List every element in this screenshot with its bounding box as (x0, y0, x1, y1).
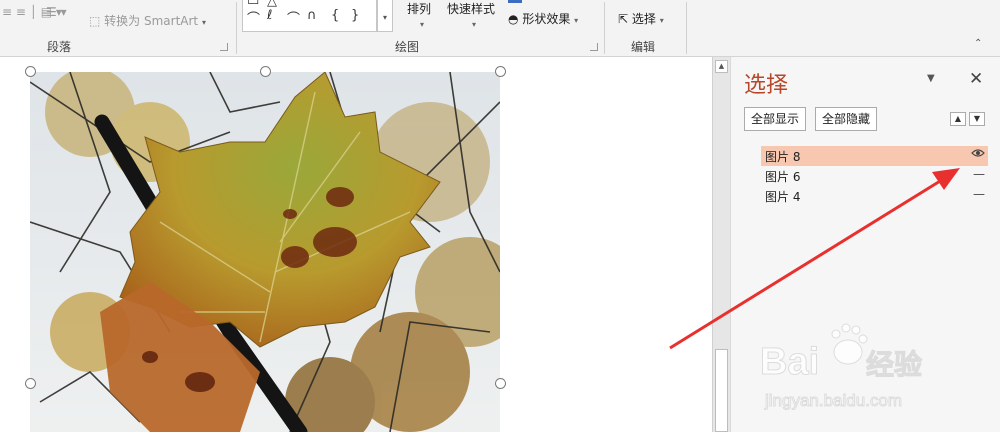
baidu-paw-logo: Bai 经验 jingyan.baidu.com (760, 323, 923, 411)
svg-text:jingyan.baidu.com: jingyan.baidu.com (764, 391, 902, 410)
svg-text:Bai: Bai (760, 341, 819, 383)
baidu-watermark: Bai 经验 jingyan.baidu.com (760, 318, 960, 418)
svg-text:经验: 经验 (866, 348, 922, 380)
